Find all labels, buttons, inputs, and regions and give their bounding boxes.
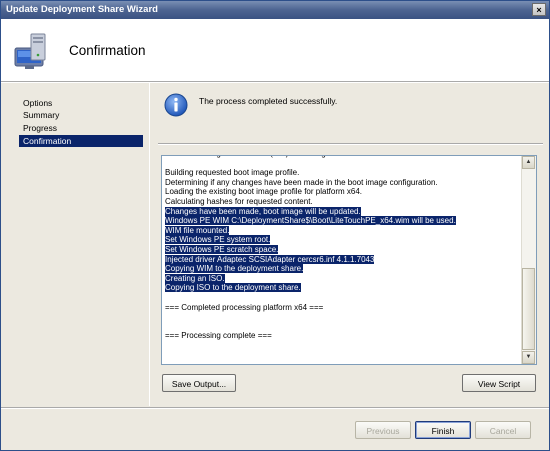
log-line: Windows PE WIM C:\DeploymentShare$\Boot\… xyxy=(165,216,520,226)
log-line-text: Windows PE WIM C:\DeploymentShare$\Boot\… xyxy=(165,216,456,226)
log-line: === Processing complete === xyxy=(165,331,520,341)
log-line-text: Building requested boot image profile. xyxy=(165,168,300,178)
title-bar[interactable]: Update Deployment Share Wizard × xyxy=(1,1,549,19)
main-panel: The process completed successfully. === … xyxy=(149,83,549,406)
finish-label: Finish xyxy=(431,426,455,436)
log-line: Changes have been made, boot image will … xyxy=(165,206,520,217)
previous-label: Previous xyxy=(366,426,400,436)
previous-button[interactable]: Previous xyxy=(355,421,411,439)
log-line: Calculating hashes for requested content… xyxy=(165,197,520,207)
info-icon xyxy=(164,93,188,117)
log-line-text: Set Windows PE system root. xyxy=(165,235,271,245)
computer-icon xyxy=(14,33,46,69)
log-line: Creating an ISO. xyxy=(165,273,520,284)
finish-button[interactable]: Finish xyxy=(415,421,471,439)
log-line-text: === Processing LiteTouchPE (x64) boot im… xyxy=(165,156,346,158)
log-line: Set Windows PE scratch space. xyxy=(165,244,520,255)
log-line-text: Copying WIM to the deployment share. xyxy=(165,264,304,274)
log-line-text: Determining if any changes have been mad… xyxy=(165,177,438,187)
log-line-text: Injected driver Adaptec SCSIAdapter cerc… xyxy=(165,254,375,264)
wizard-header: Confirmation xyxy=(1,19,549,81)
window-title: Update Deployment Share Wizard xyxy=(6,4,158,15)
log-line: Injected driver Adaptec SCSIAdapter cerc… xyxy=(165,254,520,265)
log-line-text: Loading the existing boot image profile … xyxy=(165,187,363,197)
view-script-label: View Script xyxy=(477,379,521,389)
wizard-window: Update Deployment Share Wizard × Confirm… xyxy=(0,0,550,451)
scroll-up-icon[interactable]: ▲ xyxy=(522,156,535,169)
log-text[interactable]: === Processing LiteTouchPE (x64) boot im… xyxy=(165,156,520,341)
cancel-label: Cancel xyxy=(489,426,517,436)
step-label: Progress xyxy=(23,123,58,133)
log-line-text: === Processing complete === xyxy=(165,331,272,341)
log-line: Copying ISO to the deployment share. xyxy=(165,283,520,293)
log-line: Set Windows PE system root. xyxy=(165,235,520,245)
log-line: === Completed processing platform x64 ==… xyxy=(165,303,520,313)
step-label: Summary xyxy=(23,110,60,120)
log-line-text: === Completed processing platform x64 ==… xyxy=(165,302,324,312)
log-line-text: Changes have been made, boot image will … xyxy=(165,206,361,216)
save-output-label: Save Output... xyxy=(171,379,227,389)
log-line-text: Set Windows PE scratch space. xyxy=(165,244,279,254)
step-summary[interactable]: Summary xyxy=(19,109,143,121)
log-output[interactable]: === Processing LiteTouchPE (x64) boot im… xyxy=(161,155,537,365)
footer-divider xyxy=(1,407,549,409)
log-line-text: Calculating hashes for requested content… xyxy=(165,196,313,206)
step-confirmation[interactable]: Confirmation xyxy=(19,135,143,147)
step-label: Options xyxy=(23,98,53,108)
step-options[interactable]: Options xyxy=(19,97,143,109)
view-script-button[interactable]: View Script xyxy=(462,374,536,392)
content-divider xyxy=(158,143,543,145)
log-line: Building requested boot image profile. xyxy=(165,168,520,178)
close-icon: × xyxy=(536,5,542,15)
status-message: The process completed successfully. xyxy=(199,96,338,106)
scroll-down-icon[interactable]: ▼ xyxy=(522,351,535,364)
log-line-text: Copying ISO to the deployment share. xyxy=(165,283,301,293)
cancel-button[interactable]: Cancel xyxy=(475,421,531,439)
step-label: Confirmation xyxy=(23,136,72,146)
log-line-text: Creating an ISO. xyxy=(165,273,225,283)
step-progress[interactable]: Progress xyxy=(19,122,143,134)
scroll-thumb[interactable] xyxy=(522,268,535,350)
close-button[interactable]: × xyxy=(532,3,546,16)
log-line: WIM file mounted. xyxy=(165,225,520,236)
log-line: Determining if any changes have been mad… xyxy=(165,178,520,188)
wizard-steps: Options Summary Progress Confirmation xyxy=(1,83,149,406)
log-line-text: WIM file mounted. xyxy=(165,225,230,235)
page-title: Confirmation xyxy=(69,43,146,58)
save-output-button[interactable]: Save Output... xyxy=(162,374,236,392)
log-line: Loading the existing boot image profile … xyxy=(165,187,520,197)
vertical-scrollbar[interactable]: ▲ ▼ xyxy=(521,156,536,364)
log-line: Copying WIM to the deployment share. xyxy=(165,264,520,274)
